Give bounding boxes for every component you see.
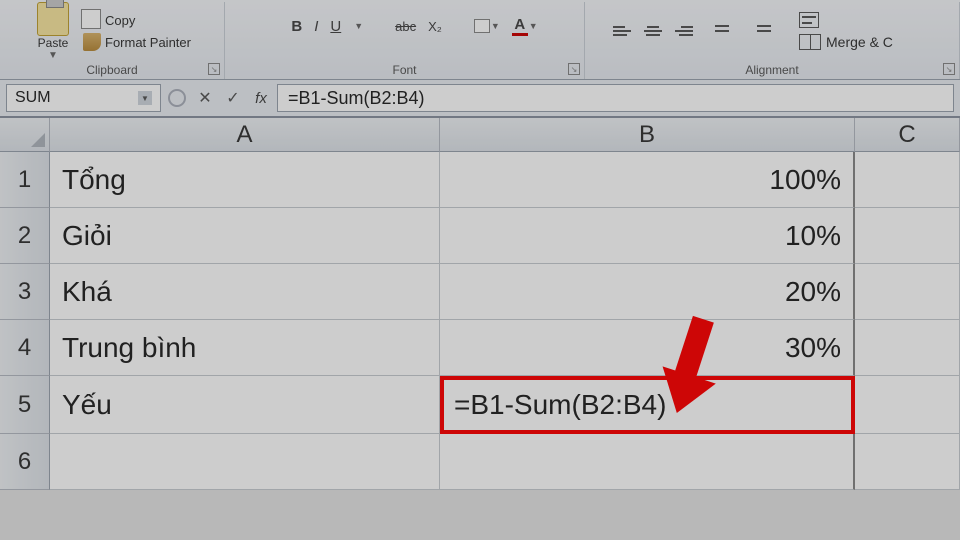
format-painter-button[interactable]: Format Painter (81, 32, 193, 52)
formula-text: =B1-Sum(B2:B4) (288, 88, 425, 109)
enter-formula-button[interactable]: ✓ (221, 86, 245, 110)
column-header-A[interactable]: A (50, 118, 440, 152)
row-header-5[interactable]: 5 (0, 376, 50, 434)
cell-B2[interactable]: 10% (440, 208, 855, 264)
ribbon: Paste ▼ Copy Format Painter Clipboard ↘ … (0, 0, 960, 80)
wrap-text-icon (799, 12, 819, 28)
bucket-icon (474, 19, 490, 33)
dialog-launcher-icon[interactable]: ↘ (568, 63, 580, 75)
cell-A2[interactable]: Giỏi (50, 208, 440, 264)
spreadsheet-grid: A B C 1 Tổng 100% 2 Giỏi 10% 3 Khá 20% 4… (0, 118, 960, 490)
cell-A4[interactable]: Trung bình (50, 320, 440, 376)
fx-button[interactable]: fx (249, 86, 273, 110)
cell-B4[interactable]: 30% (440, 320, 855, 376)
dialog-launcher-icon[interactable]: ↘ (943, 63, 955, 75)
clipboard-group-label: Clipboard (0, 63, 224, 77)
align-top-center-button[interactable] (643, 22, 663, 40)
formula-bar: SUM ▼ ✕ ✓ fx =B1-Sum(B2:B4) (0, 80, 960, 118)
increase-indent-button[interactable] (757, 22, 777, 40)
paste-label: Paste (38, 36, 69, 50)
copy-label: Copy (105, 13, 135, 28)
font-color-button[interactable]: A ▼ (512, 16, 538, 36)
cell-C3[interactable] (855, 264, 960, 320)
cell-C1[interactable] (855, 152, 960, 208)
formula-input[interactable]: =B1-Sum(B2:B4) (277, 84, 954, 112)
align-top-right-button[interactable] (673, 22, 693, 40)
align-top-left-button[interactable] (613, 22, 633, 40)
merge-center-button[interactable]: Merge & C (799, 34, 893, 50)
underline-button[interactable]: U (330, 18, 341, 35)
alignment-group-label: Alignment (585, 63, 959, 77)
cell-A5[interactable]: Yếu (50, 376, 440, 434)
row-header-4[interactable]: 4 (0, 320, 50, 376)
font-group-label: Font (225, 63, 584, 77)
cell-A6[interactable] (50, 434, 440, 490)
cell-C5[interactable] (855, 376, 960, 434)
decrease-indent-button[interactable] (715, 22, 735, 40)
cell-B5-editing[interactable]: =B1-Sum(B2:B4) (440, 376, 855, 434)
cell-C2[interactable] (855, 208, 960, 264)
column-header-B[interactable]: B (440, 118, 855, 152)
name-box[interactable]: SUM ▼ (6, 84, 161, 112)
fill-color-button[interactable]: ▼ (474, 19, 500, 33)
row-header-2[interactable]: 2 (0, 208, 50, 264)
cell-A3[interactable]: Khá (50, 264, 440, 320)
brush-icon (83, 33, 101, 51)
dropdown-icon[interactable]: ▼ (138, 91, 152, 105)
cell-C6[interactable] (855, 434, 960, 490)
subscript-button[interactable]: X₂ (428, 19, 442, 34)
clipboard-icon (37, 2, 69, 36)
cell-A1[interactable]: Tổng (50, 152, 440, 208)
row-header-1[interactable]: 1 (0, 152, 50, 208)
font-color-letter: A (514, 16, 525, 33)
copy-button[interactable]: Copy (81, 10, 193, 30)
format-painter-label: Format Painter (105, 35, 191, 50)
color-swatch-icon (512, 33, 528, 36)
cell-B6[interactable] (440, 434, 855, 490)
strikethrough-button[interactable]: abc (395, 19, 416, 34)
dropdown-icon: ▼ (48, 50, 58, 61)
select-all-button[interactable] (0, 118, 50, 152)
merge-label: Merge & C (826, 34, 893, 50)
merge-icon (799, 34, 821, 50)
paste-button[interactable]: Paste ▼ (31, 0, 75, 63)
italic-button[interactable]: I (314, 18, 318, 35)
bold-button[interactable]: B (291, 18, 302, 35)
dialog-launcher-icon[interactable]: ↘ (208, 63, 220, 75)
wrap-text-button[interactable]: Wrap Text (799, 12, 893, 28)
row-header-3[interactable]: 3 (0, 264, 50, 320)
cell-B3[interactable]: 20% (440, 264, 855, 320)
cancel-formula-button[interactable]: ✕ (193, 86, 217, 110)
copy-icon (83, 11, 101, 29)
cell-B1[interactable]: 100% (440, 152, 855, 208)
name-box-circle (165, 86, 189, 110)
row-header-6[interactable]: 6 (0, 434, 50, 490)
name-box-value: SUM (15, 89, 51, 107)
column-header-C[interactable]: C (855, 118, 960, 152)
cell-C4[interactable] (855, 320, 960, 376)
